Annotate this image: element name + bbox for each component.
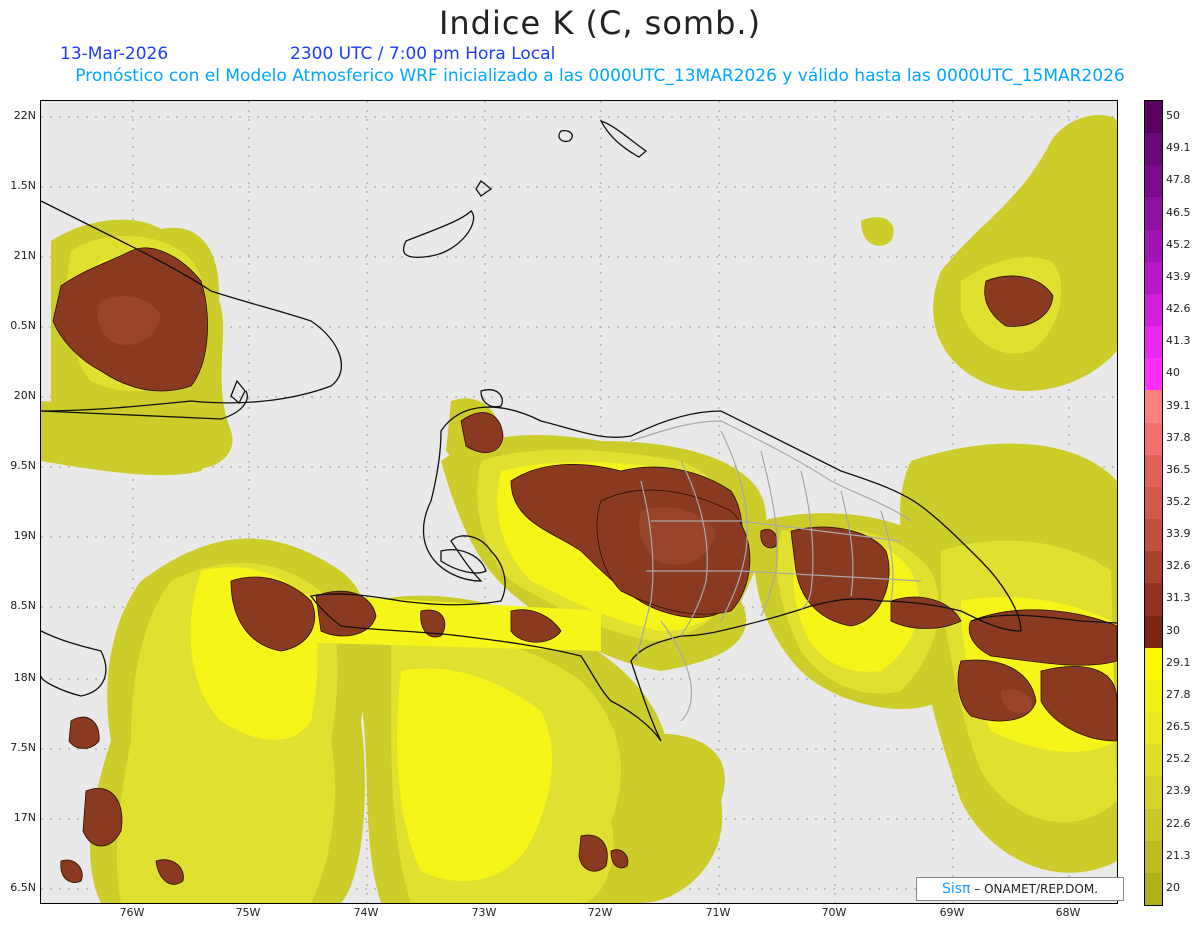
map-title: Indice K (C, somb.) [438,4,762,42]
x-tick-label: 71W [705,906,731,919]
x-tick-label: 68W [1055,906,1081,919]
legend-label: 45.2 [1166,237,1191,251]
legend-label: 30 [1166,623,1180,637]
legend-swatch [1145,679,1162,713]
x-tick-label: 73W [471,906,497,919]
legend-label: 41.3 [1166,334,1191,348]
legend-swatch [1145,358,1162,391]
forecast-date: 13-Mar-2026 [60,44,169,64]
y-tick-label: 1.5N [10,179,36,192]
legend-swatch [1145,808,1162,842]
legend-swatch [1145,133,1162,166]
y-tick-label: 8.5N [10,599,36,612]
legend-swatch [1145,776,1162,810]
legend-label: 25.2 [1166,752,1191,766]
legend-label: 40 [1166,366,1180,380]
legend-label: 36.5 [1166,462,1191,476]
legend-swatch [1145,872,1162,906]
legend-label: 23.9 [1166,784,1191,798]
legend-swatch [1145,840,1162,874]
map-panel[interactable] [40,100,1118,904]
legend-swatch [1145,293,1162,327]
legend-label: 35.2 [1166,495,1191,508]
color-legend [1144,100,1163,906]
legend-label: 26.5 [1166,720,1191,734]
sw-core-1 [68,716,100,749]
bahamas-island-3 [558,130,573,143]
x-tick-label: 74W [353,906,379,919]
legend-swatch [1145,165,1162,198]
bahamas-island-4 [599,119,648,158]
legend-label: 31.3 [1166,591,1191,605]
legend-label: 47.8 [1166,173,1191,187]
legend-label: 29.1 [1166,655,1191,669]
y-tick-label: 19N [13,529,36,542]
legend-label: 46.5 [1166,205,1191,219]
northwest-haiti-core [460,412,504,453]
legend-swatch [1145,647,1162,681]
legend-swatch [1145,261,1162,295]
north-blob [861,217,894,246]
legend-label: 20 [1166,880,1180,894]
forecast-description: Pronóstico con el Modelo Atmosferico WRF… [75,66,1125,86]
legend-swatch [1145,229,1162,263]
x-tick-label: 75W [235,906,261,919]
sw-core-3 [60,859,83,883]
legend-label: 39.1 [1166,398,1191,412]
legend-swatch [1145,326,1162,359]
y-tick-label: 20N [13,389,36,402]
y-tick-label: 18N [13,671,36,684]
x-tick-label: 70W [821,906,847,919]
legend-swatch [1145,422,1162,456]
legend-swatch [1145,712,1162,745]
y-tick-label: 0.5N [10,319,36,332]
legend-label: 37.8 [1166,430,1191,444]
bahamas-island-2 [475,180,493,197]
y-tick-label: 17N [13,811,36,824]
legend-swatch [1145,744,1162,777]
legend-swatch [1145,615,1162,649]
y-tick-label: 21N [13,249,36,262]
x-tick-label: 69W [939,906,965,919]
x-tick-label: 76W [119,906,145,919]
legend-label: 43.9 [1166,269,1191,283]
y-tick-label: 9.5N [10,459,36,472]
y-tick-label: 7.5N [10,741,36,754]
legend-label: 42.6 [1166,302,1191,316]
small-cay-1 [230,379,246,405]
legend-swatch [1145,390,1162,424]
legend-swatch [1145,486,1162,520]
legend-label: 21.3 [1166,848,1191,862]
legend-label: 22.6 [1166,816,1191,830]
map-canvas [41,101,1117,903]
legend-label: 33.9 [1166,527,1191,541]
jamaica-coast [41,630,107,697]
legend-label: 49.1 [1166,141,1191,155]
legend-swatch [1145,551,1162,584]
legend-label: 50 [1166,109,1180,123]
legend-swatch [1145,583,1162,617]
legend-swatch [1145,197,1162,231]
credit-text: – ONAMET/REP.DOM. [974,882,1099,896]
bahamas-island-1 [402,210,475,258]
legend-swatch [1145,519,1162,552]
legend-swatch [1145,454,1162,488]
sispi-logo: Sisπ [941,881,971,897]
forecast-time: 2300 UTC / 7:00 pm Hora Local [290,44,556,64]
credit-box: Sisπ – ONAMET/REP.DOM. [916,877,1124,901]
y-tick-label: 22N [13,109,36,122]
legend-label: 32.6 [1166,559,1191,573]
x-tick-label: 72W [587,906,613,919]
legend-label: 27.8 [1166,687,1191,701]
y-tick-label: 6.5N [10,881,36,894]
legend-swatch [1145,101,1162,134]
